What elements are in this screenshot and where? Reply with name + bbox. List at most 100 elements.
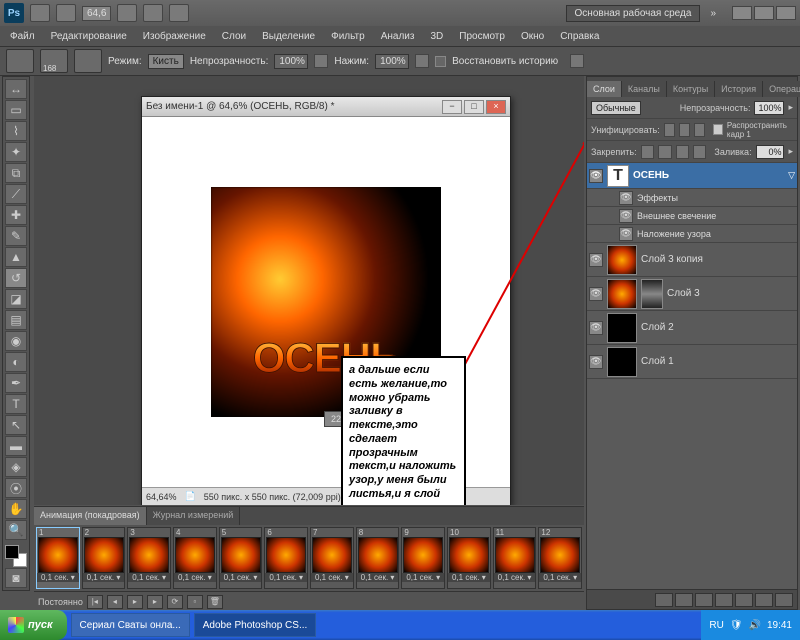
- delete-layer-icon[interactable]: [775, 593, 793, 607]
- menu-filter[interactable]: Фильтр: [325, 29, 371, 44]
- tween-icon[interactable]: ⟳: [167, 595, 183, 609]
- visibility-icon[interactable]: 👁: [589, 287, 603, 301]
- menu-window[interactable]: Окно: [515, 29, 550, 44]
- shape-tool-icon[interactable]: ▬: [5, 436, 27, 456]
- animation-frame[interactable]: 40,1 сек. ▾: [173, 527, 217, 589]
- prev-frame-icon[interactable]: ◂: [107, 595, 123, 609]
- doc-info-icon[interactable]: 📄: [185, 491, 196, 502]
- eraser-tool-icon[interactable]: ◪: [5, 289, 27, 309]
- opacity-pressure-icon[interactable]: [314, 54, 328, 68]
- visibility-icon[interactable]: 👁: [589, 321, 603, 335]
- unify-vis-icon[interactable]: [679, 123, 690, 137]
- type-tool-icon[interactable]: T: [5, 394, 27, 414]
- tab-animation[interactable]: Анимация (покадровая): [34, 507, 147, 525]
- layer-item[interactable]: 👁 Слой 1: [587, 345, 797, 379]
- taskbar-item[interactable]: Сериал Сваты онла...: [71, 613, 190, 637]
- lock-move-icon[interactable]: [676, 145, 689, 159]
- tray-icon[interactable]: 🛡: [730, 620, 743, 631]
- tab-channels[interactable]: Каналы: [622, 81, 667, 97]
- layer-item[interactable]: 👁 Слой 3 копия: [587, 243, 797, 277]
- menu-view[interactable]: Просмотр: [453, 29, 511, 44]
- first-frame-icon[interactable]: |◂: [87, 595, 103, 609]
- visibility-icon[interactable]: 👁: [619, 227, 633, 241]
- opacity-input[interactable]: 100%: [274, 54, 308, 69]
- maximize-icon[interactable]: [754, 6, 774, 20]
- doc-maximize-icon[interactable]: □: [464, 100, 484, 114]
- layer-item[interactable]: 👁 Слой 2: [587, 311, 797, 345]
- bridge-icon[interactable]: [30, 4, 50, 22]
- start-button[interactable]: пуск: [0, 610, 67, 640]
- 3d-tool-icon[interactable]: ◈: [5, 457, 27, 477]
- animation-frame[interactable]: 90,1 сек. ▾: [401, 527, 445, 589]
- menu-edit[interactable]: Редактирование: [45, 29, 133, 44]
- layer-effect-glow[interactable]: 👁 Внешнее свечение: [587, 207, 797, 225]
- layer-item[interactable]: 👁 T ОСЕНЬ ▽: [587, 163, 797, 189]
- move-tool-icon[interactable]: ↔: [5, 79, 27, 99]
- layer-fx-icon[interactable]: [675, 593, 693, 607]
- tab-measurement[interactable]: Журнал измерений: [147, 507, 241, 525]
- tablet-pressure-icon[interactable]: [570, 54, 584, 68]
- crop-tool-icon[interactable]: ⧉: [5, 163, 27, 183]
- new-frame-icon[interactable]: ▫: [187, 595, 203, 609]
- animation-frame[interactable]: 30,1 сек. ▾: [127, 527, 171, 589]
- visibility-icon[interactable]: 👁: [619, 209, 633, 223]
- history-brush-tool-icon[interactable]: ↺: [5, 268, 27, 288]
- animation-frame[interactable]: 20,1 сек. ▾: [82, 527, 126, 589]
- taskbar-item[interactable]: Adobe Photoshop CS...: [194, 613, 317, 637]
- chevron-right-icon[interactable]: ▸: [788, 146, 793, 157]
- 3d-cam-tool-icon[interactable]: ⦿: [5, 478, 27, 498]
- menu-3d[interactable]: 3D: [424, 29, 449, 44]
- next-frame-icon[interactable]: ▸: [147, 595, 163, 609]
- blend-mode-select[interactable]: Обычные: [591, 101, 641, 115]
- lock-trans-icon[interactable]: [641, 145, 654, 159]
- doc-close-icon[interactable]: ×: [486, 100, 506, 114]
- lasso-tool-icon[interactable]: ⌇: [5, 121, 27, 141]
- propagate-checkbox[interactable]: ✓: [713, 124, 723, 135]
- animation-frame[interactable]: 110,1 сек. ▾: [493, 527, 537, 589]
- gradient-tool-icon[interactable]: ▤: [5, 310, 27, 330]
- brush-tool-icon[interactable]: ✎: [5, 226, 27, 246]
- unify-style-icon[interactable]: [694, 123, 705, 137]
- brush-panel-icon[interactable]: [74, 49, 102, 73]
- unify-pos-icon[interactable]: [664, 123, 675, 137]
- animation-frame[interactable]: 120,1 сек. ▾: [538, 527, 582, 589]
- tool-preset-icon[interactable]: [6, 49, 34, 73]
- heal-tool-icon[interactable]: ✚: [5, 205, 27, 225]
- loop-select[interactable]: Постоянно: [38, 597, 83, 607]
- layer-effect-pattern[interactable]: 👁 Наложение узора: [587, 225, 797, 243]
- hand-tool-icon[interactable]: ✋: [5, 499, 27, 519]
- menu-image[interactable]: Изображение: [137, 29, 212, 44]
- layer-group-icon[interactable]: [735, 593, 753, 607]
- tab-history[interactable]: История: [715, 81, 763, 97]
- tray-icon[interactable]: 🔊: [749, 620, 761, 631]
- quickmask-icon[interactable]: ◙: [5, 568, 27, 588]
- zoom-tool-icon[interactable]: 🔍: [5, 520, 27, 540]
- stamp-tool-icon[interactable]: ▲: [5, 247, 27, 267]
- mode-select[interactable]: Кисть: [148, 54, 184, 69]
- link-layers-icon[interactable]: [655, 593, 673, 607]
- eyedropper-tool-icon[interactable]: ⟋: [5, 184, 27, 204]
- tab-paths[interactable]: Контуры: [667, 81, 715, 97]
- arrange-icon[interactable]: [143, 4, 163, 22]
- visibility-icon[interactable]: 👁: [619, 191, 633, 205]
- menu-select[interactable]: Выделение: [256, 29, 321, 44]
- blur-tool-icon[interactable]: ◉: [5, 331, 27, 351]
- minimize-icon[interactable]: [732, 6, 752, 20]
- screen-mode-icon[interactable]: [169, 4, 189, 22]
- visibility-icon[interactable]: 👁: [589, 169, 603, 183]
- animation-frame[interactable]: 50,1 сек. ▾: [219, 527, 263, 589]
- workspace-more-icon[interactable]: »: [706, 8, 720, 19]
- layer-mask-icon[interactable]: [695, 593, 713, 607]
- color-swatch[interactable]: [5, 545, 27, 567]
- zoom-level[interactable]: 64,6: [82, 6, 111, 21]
- new-layer-icon[interactable]: [755, 593, 773, 607]
- tab-layers[interactable]: Слои: [587, 81, 622, 97]
- clock[interactable]: 19:41: [767, 620, 792, 631]
- close-icon[interactable]: [776, 6, 796, 20]
- wand-tool-icon[interactable]: ✦: [5, 142, 27, 162]
- animation-frame[interactable]: 60,1 сек. ▾: [264, 527, 308, 589]
- animation-frame[interactable]: 100,1 сек. ▾: [447, 527, 491, 589]
- animation-frame[interactable]: 10,1 сек. ▾: [36, 527, 80, 589]
- layer-effects-header[interactable]: 👁 Эффекты: [587, 189, 797, 207]
- animation-frame[interactable]: 70,1 сек. ▾: [310, 527, 354, 589]
